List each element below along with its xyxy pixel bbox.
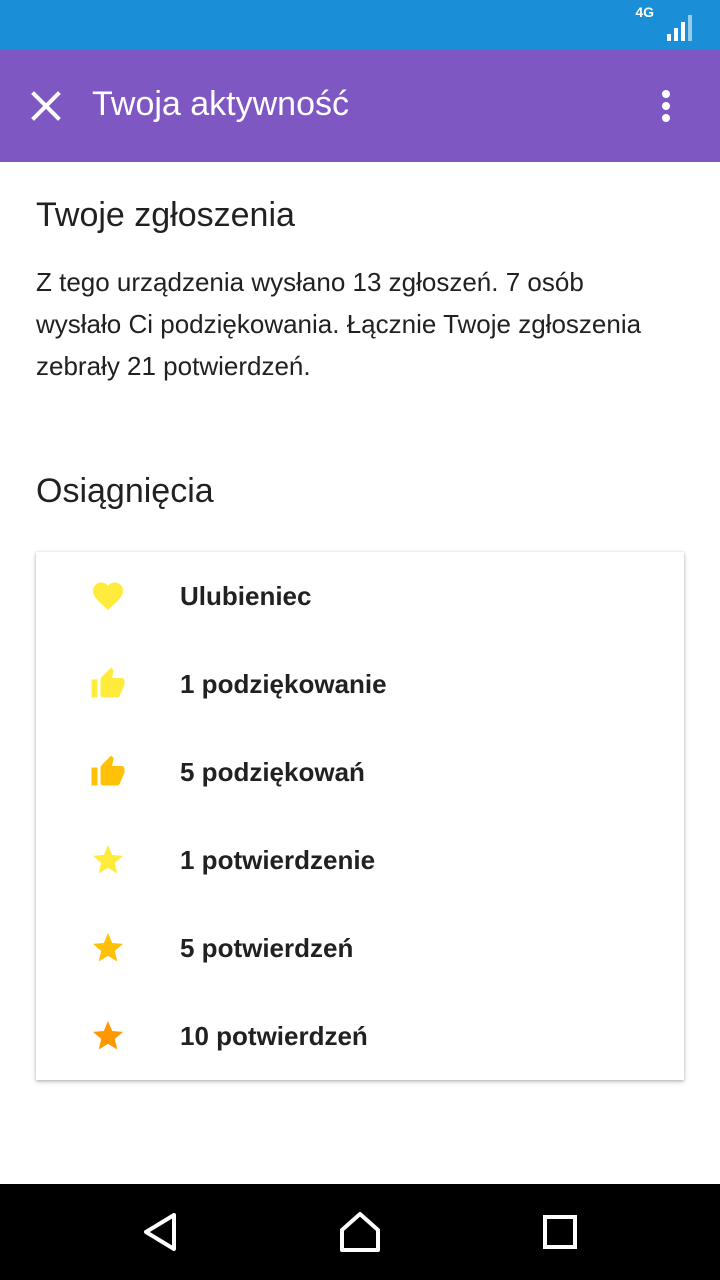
achievement-row: 1 podziękowanie [36,640,684,728]
achievement-label: 1 podziękowanie [180,669,387,699]
achievement-row: 5 podziękowań [36,728,684,816]
achievements-heading: Osiągnięcia [36,472,214,510]
star-icon [93,933,123,962]
achievement-label: 1 potwierdzenie [180,845,376,875]
thumb-up-icon [91,667,125,698]
home-icon[interactable] [336,1208,384,1256]
achievement-label: 5 podziękowań [180,757,365,787]
back-icon[interactable] [136,1208,184,1256]
reports-summary: Z tego urządzenia wysłano 13 zgłoszeń. 7… [36,267,642,381]
achievement-label: Ulubieniec [180,581,312,611]
thumb-up-icon [91,755,125,786]
achievement-row: 10 potwierdzeń [36,992,684,1080]
close-icon[interactable] [22,82,70,130]
recents-icon[interactable] [536,1208,584,1256]
navigation-bar [0,1184,720,1280]
achievement-row: 1 potwierdzenie [36,816,684,904]
star-icon [93,845,123,874]
reports-heading: Twoje zgłoszenia [36,196,295,234]
achievement-row: Ulubieniec [36,552,684,640]
heart-icon [93,582,123,611]
app-bar: Twoja aktywność [0,50,720,162]
screen: 4G Twoja aktywność Twoje zgłoszenia Z te… [0,0,720,1280]
star-icon [93,1021,123,1050]
achievements-card: Ulubieniec 1 podziękowanie 5 podziękowań… [36,552,684,1080]
page-title: Twoja aktywność [92,85,349,123]
network-type: 4G [635,4,654,20]
achievement-row: 5 potwierdzeń [36,904,684,992]
signal-icon [667,15,692,41]
achievement-label: 5 potwierdzeń [180,933,354,963]
achievement-label: 10 potwierdzeń [180,1021,368,1051]
more-vert-icon[interactable] [642,84,690,132]
status-bar: 4G [0,0,720,50]
